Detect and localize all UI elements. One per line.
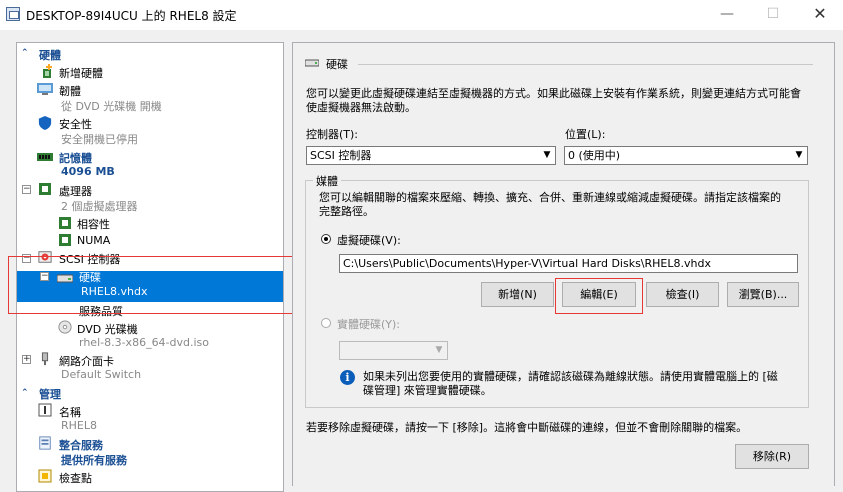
maximize-button[interactable]: ☐ bbox=[750, 0, 796, 30]
name-detail: RHEL8 bbox=[61, 419, 97, 432]
integration-detail: 提供所有服務 bbox=[61, 454, 127, 467]
tree-item-dvd[interactable]: DVD 光碟機 bbox=[77, 321, 138, 337]
tree-item-add-hardware[interactable]: 新增硬體 bbox=[59, 65, 103, 81]
minimize-button[interactable]: — bbox=[704, 0, 750, 30]
chevron-down-icon: ▼ bbox=[795, 150, 803, 160]
inspect-disk-button[interactable]: 檢查(I) bbox=[646, 282, 719, 307]
chevron-down-icon: ▼ bbox=[435, 345, 443, 355]
collapse-chevron-icon[interactable]: ⌃ bbox=[21, 48, 29, 58]
controller-value: SCSI 控制器 bbox=[310, 149, 372, 162]
network-adapter-icon bbox=[41, 352, 49, 366]
title-bar: DESKTOP-89I4UCU 上的 RHEL8 設定 — ☐ ✕ bbox=[0, 0, 843, 30]
integration-services-icon bbox=[39, 436, 51, 450]
tree-item-integration-services[interactable]: 整合服務 bbox=[59, 437, 103, 453]
info-icon: i bbox=[340, 370, 355, 385]
virtual-disk-label: 虛擬硬碟(V): bbox=[337, 234, 401, 247]
memory-icon bbox=[37, 153, 53, 161]
physical-disk-label: 實體硬碟(Y): bbox=[337, 318, 401, 331]
firmware-icon bbox=[37, 83, 53, 95]
media-description: 您可以編輯關聯的檔案來壓縮、轉換、擴充、合併、重新連線或縮減虛擬硬碟。請指定該檔… bbox=[319, 191, 781, 218]
tree-item-checkpoint[interactable]: 檢查點 bbox=[59, 470, 92, 486]
tree-item-memory[interactable]: 記憶體 bbox=[59, 150, 92, 166]
firmware-detail: 從 DVD 光碟機 開機 bbox=[61, 100, 162, 113]
processor-icon bbox=[39, 183, 51, 195]
location-value: 0 (使用中) bbox=[568, 149, 621, 162]
shield-icon bbox=[38, 116, 52, 130]
physical-disk-select[interactable]: ▼ bbox=[339, 341, 448, 360]
remove-description: 若要移除虛擬硬碟，請按一下 [移除]。這將會中斷磁碟的連線，但並不會刪除關聯的檔… bbox=[306, 421, 748, 434]
info-text: 如果未列出您要使用的實體硬碟，請確認該磁碟為離線狀態。請使用實體電腦上的 [磁碟… bbox=[363, 370, 778, 397]
hard-drive-icon bbox=[305, 59, 319, 67]
add-hardware-icon bbox=[43, 64, 52, 78]
nic-expander[interactable]: + bbox=[22, 355, 31, 364]
tree-item-numa[interactable]: NUMA bbox=[77, 234, 110, 247]
tree-item-processor[interactable]: 處理器 bbox=[59, 183, 92, 199]
nic-detail: Default Switch bbox=[61, 368, 142, 381]
window-title: DESKTOP-89I4UCU 上的 RHEL8 設定 bbox=[26, 9, 237, 23]
controller-select[interactable]: SCSI 控制器 ▼ bbox=[306, 146, 556, 165]
tree-item-network-adapter[interactable]: 網路介面卡 bbox=[59, 353, 114, 369]
close-button[interactable]: ✕ bbox=[797, 0, 843, 30]
checkpoint-icon bbox=[38, 469, 52, 483]
physical-disk-radio[interactable] bbox=[321, 318, 331, 328]
new-disk-button[interactable]: 新增(N) bbox=[481, 282, 554, 307]
controller-label: 控制器(T): bbox=[306, 128, 359, 141]
virtual-disk-radio[interactable] bbox=[321, 234, 331, 244]
vm-settings-icon bbox=[6, 7, 20, 21]
collapse-chevron-icon[interactable]: ⌃ bbox=[21, 388, 29, 398]
section-header-management[interactable]: 管理 bbox=[39, 386, 61, 402]
dvd-drive-icon bbox=[58, 320, 72, 334]
processor-expander[interactable]: − bbox=[22, 185, 31, 194]
tree-item-firmware[interactable]: 韌體 bbox=[59, 83, 81, 99]
chevron-down-icon: ▼ bbox=[543, 150, 551, 160]
security-detail: 安全開機已停用 bbox=[61, 133, 138, 146]
memory-detail: 4096 MB bbox=[61, 165, 115, 178]
tree-highlight-box bbox=[8, 256, 293, 314]
location-select[interactable]: 0 (使用中) ▼ bbox=[564, 146, 808, 165]
location-label: 位置(L): bbox=[565, 128, 606, 141]
title-divider bbox=[358, 64, 813, 65]
remove-button[interactable]: 移除(R) bbox=[735, 444, 809, 469]
browse-button[interactable]: 瀏覽(B)... bbox=[727, 282, 799, 307]
compatibility-icon bbox=[59, 217, 71, 229]
tree-item-name[interactable]: 名稱 bbox=[59, 404, 81, 420]
name-icon bbox=[38, 403, 52, 417]
numa-icon bbox=[59, 234, 71, 246]
tree-item-security[interactable]: 安全性 bbox=[59, 116, 92, 132]
edit-button-highlight bbox=[555, 278, 643, 314]
dvd-detail: rhel-8.3-x86_64-dvd.iso bbox=[79, 336, 210, 349]
media-group-label: 媒體 bbox=[313, 173, 341, 189]
panel-description: 您可以變更此虛擬硬碟連結至虛擬機器的方式。如果此磁碟上安裝有作業系統，則變更連結… bbox=[306, 87, 801, 114]
tree-item-compatibility[interactable]: 相容性 bbox=[77, 216, 110, 232]
processor-detail: 2 個虛擬處理器 bbox=[61, 200, 138, 213]
panel-title: 硬碟 bbox=[326, 58, 348, 71]
section-header-hardware[interactable]: 硬體 bbox=[39, 47, 61, 63]
virtual-disk-path-input[interactable]: C:\Users\Public\Documents\Hyper-V\Virtua… bbox=[339, 254, 798, 273]
